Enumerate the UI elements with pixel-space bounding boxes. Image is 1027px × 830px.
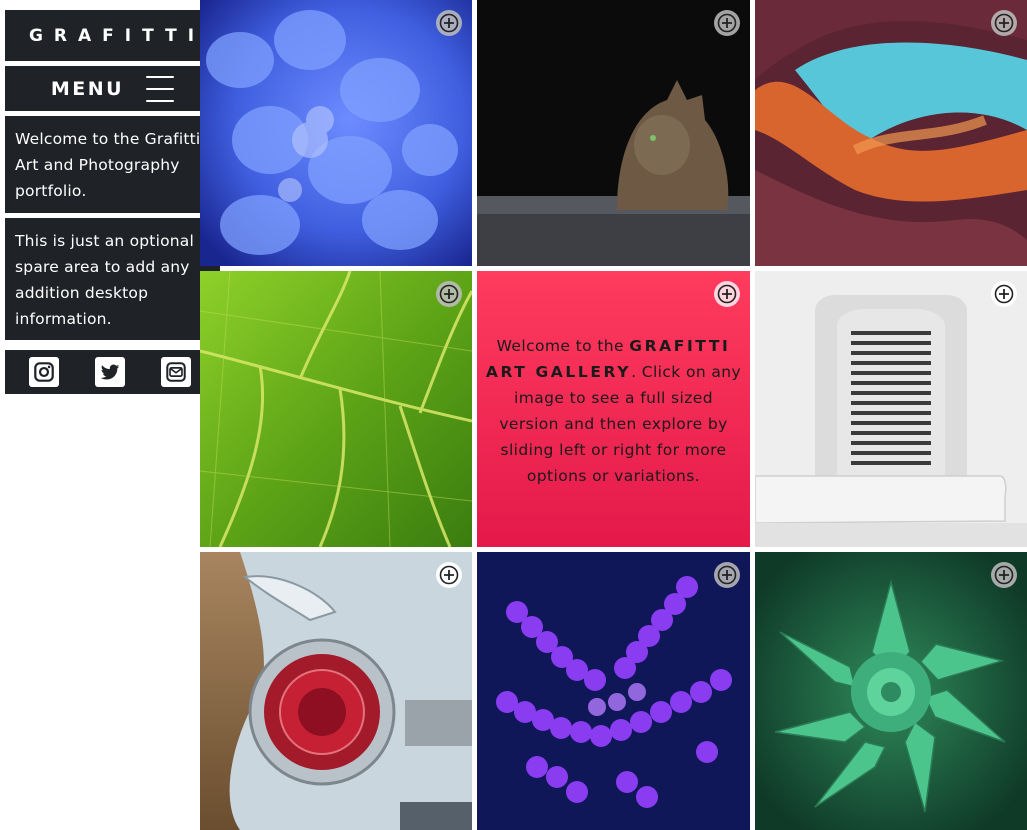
white-window-photo[interactable]: [755, 271, 1027, 547]
canyon-photo[interactable]: [755, 0, 1027, 266]
hamburger-icon: [146, 75, 175, 102]
expand-icon[interactable]: [991, 562, 1017, 588]
mail-icon[interactable]: [161, 357, 191, 387]
welcome-brand-2: ART GALLERY: [485, 363, 632, 381]
social-links: [5, 350, 215, 394]
expand-icon[interactable]: [714, 281, 740, 307]
hydrangea-photo[interactable]: [200, 0, 472, 266]
optional-info-panel: This is just an optional spare area to a…: [5, 218, 220, 340]
welcome-body: . Click on any image to see a full sized…: [499, 363, 742, 485]
expand-icon[interactable]: [436, 10, 462, 36]
expand-icon[interactable]: [714, 10, 740, 36]
purple-bubbles-photo[interactable]: [477, 552, 750, 830]
car-taillight-photo[interactable]: [200, 552, 472, 830]
expand-icon[interactable]: [991, 10, 1017, 36]
cat-photo[interactable]: [477, 0, 750, 266]
instagram-icon[interactable]: [29, 357, 59, 387]
menu-button[interactable]: MENU: [5, 66, 220, 111]
leaf-photo[interactable]: [200, 271, 472, 547]
welcome-message: Welcome to the GRAFITTI ART GALLERY. Cli…: [477, 333, 750, 489]
welcome-pre: Welcome to the: [496, 337, 624, 355]
succulent-photo[interactable]: [755, 552, 1027, 830]
expand-icon[interactable]: [991, 281, 1017, 307]
expand-icon[interactable]: [436, 562, 462, 588]
twitter-icon[interactable]: [95, 357, 125, 387]
expand-icon[interactable]: [714, 562, 740, 588]
welcome-card: Welcome to the GRAFITTI ART GALLERY. Cli…: [477, 271, 750, 547]
welcome-info-panel: Welcome to the Grafitti Art and Photogra…: [5, 116, 220, 213]
site-logo[interactable]: GRAFITTI: [5, 10, 220, 61]
expand-icon[interactable]: [436, 281, 462, 307]
menu-label: MENU: [50, 77, 125, 100]
welcome-brand: GRAFITTI: [629, 337, 731, 355]
